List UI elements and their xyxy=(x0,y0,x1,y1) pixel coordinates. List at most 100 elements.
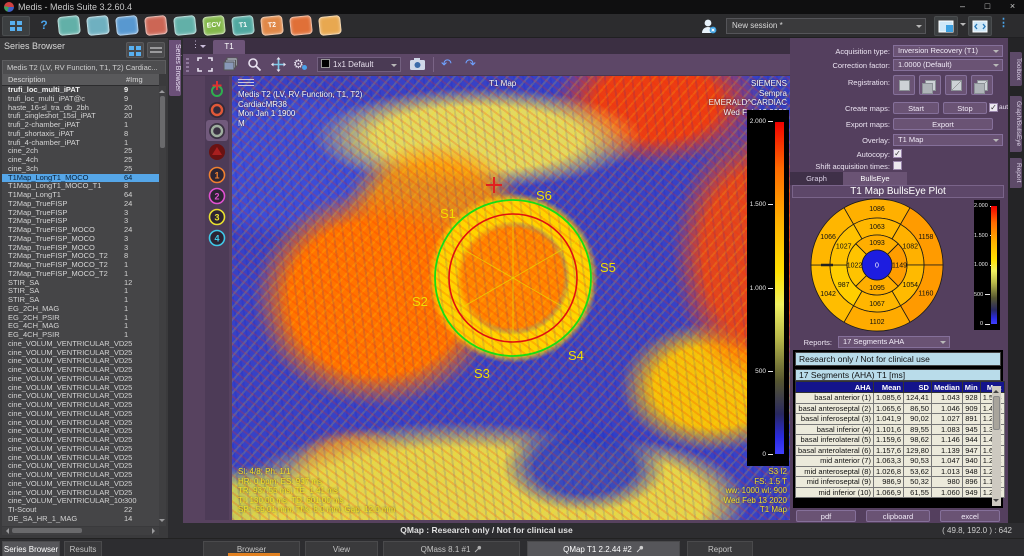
series-row[interactable]: STIR_SA12 xyxy=(2,279,159,288)
registration-option-2[interactable] xyxy=(919,75,941,95)
series-row[interactable]: cine_VOLUM_VENTRICULAR_VD25 xyxy=(2,427,159,436)
series-row[interactable]: STIR_SA1 xyxy=(2,287,159,296)
series-row[interactable]: cine_VOLUM_VENTRICULAR_VD25 xyxy=(2,445,159,454)
series-row[interactable]: T2Map_TrueFISP_MOCO_T21 xyxy=(2,261,159,270)
layout-chevron-icon[interactable] xyxy=(960,23,966,29)
series-row[interactable]: T2Map_TrueFISP_MOCO_T21 xyxy=(2,270,159,279)
app-icon-7[interactable]: T1 xyxy=(231,15,255,36)
auto-checkbox[interactable]: ✓ xyxy=(989,103,998,112)
layout-single-button[interactable] xyxy=(934,16,958,36)
snapshot-camera-icon[interactable] xyxy=(409,57,427,73)
series-row[interactable]: cine_4ch25 xyxy=(2,156,159,165)
tab-t1[interactable]: T1 xyxy=(213,40,245,54)
frame-select-icon[interactable] xyxy=(197,57,215,73)
pin-icon[interactable] xyxy=(636,543,644,556)
bottom-tab-series-browser[interactable]: Series Browser xyxy=(2,541,60,556)
overlay-menu-grip[interactable] xyxy=(238,79,254,86)
app-icon-5[interactable] xyxy=(173,15,197,36)
series-row[interactable]: T1Map_LongT1_MOCO64 xyxy=(2,174,159,183)
layout-compare-button[interactable] xyxy=(968,16,992,36)
menu-dots-icon[interactable]: ⋮ xyxy=(998,16,1009,29)
export-button[interactable]: Export xyxy=(893,118,993,130)
aha-table-row[interactable]: mid anteroseptal (8)1.026,853,621.013948… xyxy=(796,466,1005,477)
app-tab-qmass[interactable]: QMass 8.1 #1 xyxy=(383,541,520,556)
series-row[interactable]: trufi_loc_multi_iPAT9 xyxy=(2,86,159,95)
roi-1-icon[interactable]: 1 xyxy=(208,166,226,184)
thumbnail-view-button[interactable] xyxy=(126,42,144,58)
settings-gear-icon[interactable]: ⚙ xyxy=(293,57,311,73)
app-icon-4[interactable] xyxy=(144,15,168,36)
list-view-button[interactable] xyxy=(147,42,165,58)
side-tab-toolbox[interactable]: Toolbox xyxy=(1010,52,1022,86)
view-menu-dots-icon[interactable]: ⋮ xyxy=(191,39,200,50)
suite-home-button[interactable] xyxy=(2,16,30,36)
series-row[interactable]: cine_VOLUM_VENTRICULAR_VD25 xyxy=(2,419,159,428)
series-row[interactable]: cine_VOLUM_VENTRICULAR_VD25 xyxy=(2,366,159,375)
series-row[interactable]: T2Map_TrueFISP_MOCO3 xyxy=(2,235,159,244)
help-button[interactable]: ? xyxy=(34,16,54,36)
autocopy-checkbox[interactable]: ✓ xyxy=(893,149,902,158)
series-row[interactable]: EG_2CH_PSIR1 xyxy=(2,314,159,323)
pdf-button[interactable]: pdf xyxy=(796,510,856,522)
series-row[interactable]: cine_VOLUM_VENTRICULAR_10sl300 xyxy=(2,497,159,506)
endo-contour-icon[interactable] xyxy=(208,101,226,119)
aha-table-row[interactable]: basal anterolateral (6)1.157,6129,801.13… xyxy=(796,445,1005,456)
epi-contour-selected[interactable] xyxy=(206,120,228,141)
series-row[interactable]: cine_VOLUM_VENTRICULAR_VD25 xyxy=(2,462,159,471)
app-icon-8[interactable]: T2 xyxy=(260,15,284,36)
series-row[interactable]: T2Map_TrueFISP3 xyxy=(2,217,159,226)
series-row[interactable]: TI-Scout22 xyxy=(2,506,159,515)
registration-option-1[interactable] xyxy=(893,75,915,95)
series-row[interactable]: trufi_loc_multi_iPAT@c9 xyxy=(2,95,159,104)
magnifier-icon[interactable] xyxy=(247,57,265,73)
layers-icon[interactable] xyxy=(223,57,241,73)
series-row[interactable]: cine_VOLUM_VENTRICULAR_VD25 xyxy=(2,384,159,393)
series-row[interactable]: EG_4CH_PSIR1 xyxy=(2,331,159,340)
study-tab[interactable]: Medis T2 (LV, RV Function, T1, T2) Cardi… xyxy=(2,60,166,74)
series-row[interactable]: T1Map_LongT164 xyxy=(2,191,159,200)
series-row[interactable]: T2Map_TrueFISP_MOCO24 xyxy=(2,226,159,235)
table-scrollbar[interactable] xyxy=(992,386,1001,506)
maximize-button[interactable]: □ xyxy=(975,0,1000,14)
app-icon-9[interactable] xyxy=(289,15,313,36)
aha-table-row[interactable]: basal inferior (4)1.101,689,551.0839451.… xyxy=(796,424,1005,435)
alert-contour-icon[interactable] xyxy=(208,143,226,161)
aha-table-row[interactable]: basal inferolateral (5)1.159,698,621.146… xyxy=(796,435,1005,446)
undo-icon[interactable]: ↶ xyxy=(441,56,452,72)
series-list-vertical-scrollbar[interactable] xyxy=(159,86,166,526)
series-row[interactable]: STIR_SA1 xyxy=(2,296,159,305)
series-row[interactable]: EG_2CH_MAG1 xyxy=(2,305,159,314)
series-row[interactable]: cine_VOLUM_VENTRICULAR_VD25 xyxy=(2,357,159,366)
reports-select[interactable]: 17 Segments AHA xyxy=(838,336,950,348)
registration-option-3[interactable] xyxy=(945,75,967,95)
app-icon-10[interactable] xyxy=(318,15,342,36)
series-row[interactable]: EG_4CH_MAG1 xyxy=(2,322,159,331)
series-row[interactable]: T1Map_LongT1_MOCO_T18 xyxy=(2,182,159,191)
acquisition-type-select[interactable]: Inversion Recovery (T1) xyxy=(893,45,1003,57)
create-contour-icon[interactable] xyxy=(208,80,226,98)
series-row[interactable]: cine_VOLUM_VENTRICULAR_VD25 xyxy=(2,410,159,419)
shift-times-checkbox[interactable] xyxy=(893,161,902,170)
app-icon-6[interactable]: ECV xyxy=(202,15,226,36)
redo-icon[interactable]: ↷ xyxy=(465,56,476,72)
tab-bullseye[interactable]: BullsEye xyxy=(843,172,907,185)
app-tab-view[interactable]: View xyxy=(305,541,378,556)
series-row[interactable]: cine_VOLUM_VENTRICULAR_VD25 xyxy=(2,375,159,384)
series-row[interactable]: cine_VOLUM_VENTRICULAR_VD25 xyxy=(2,401,159,410)
series-browser-collapsed-tab[interactable]: Series Browser xyxy=(169,40,181,96)
registration-option-4[interactable] xyxy=(971,75,993,95)
series-row[interactable]: trufi_2-chamber_iPAT1 xyxy=(2,121,159,130)
aha-table-row[interactable]: mid anterior (7)1.063,390,531.0479401.28… xyxy=(796,456,1005,467)
series-row[interactable]: DE_SA_HR_1_MAG14 xyxy=(2,515,159,524)
series-row[interactable]: trufi_shortaxis_iPAT8 xyxy=(2,130,159,139)
series-row[interactable]: trufi_4-chamber_iPAT1 xyxy=(2,139,159,148)
column-description[interactable]: Description xyxy=(8,74,46,86)
minimize-button[interactable]: – xyxy=(950,0,975,14)
app-tab-report[interactable]: Report xyxy=(687,541,753,556)
pan-icon[interactable] xyxy=(271,57,289,73)
excel-button[interactable]: excel xyxy=(940,510,1000,522)
aha-table-row[interactable]: basal anteroseptal (2)1.065,686,501.0469… xyxy=(796,403,1005,414)
series-row[interactable]: cine_2ch25 xyxy=(2,147,159,156)
tab-graph[interactable]: Graph xyxy=(790,172,843,185)
roi-3-icon[interactable]: 3 xyxy=(208,208,226,226)
